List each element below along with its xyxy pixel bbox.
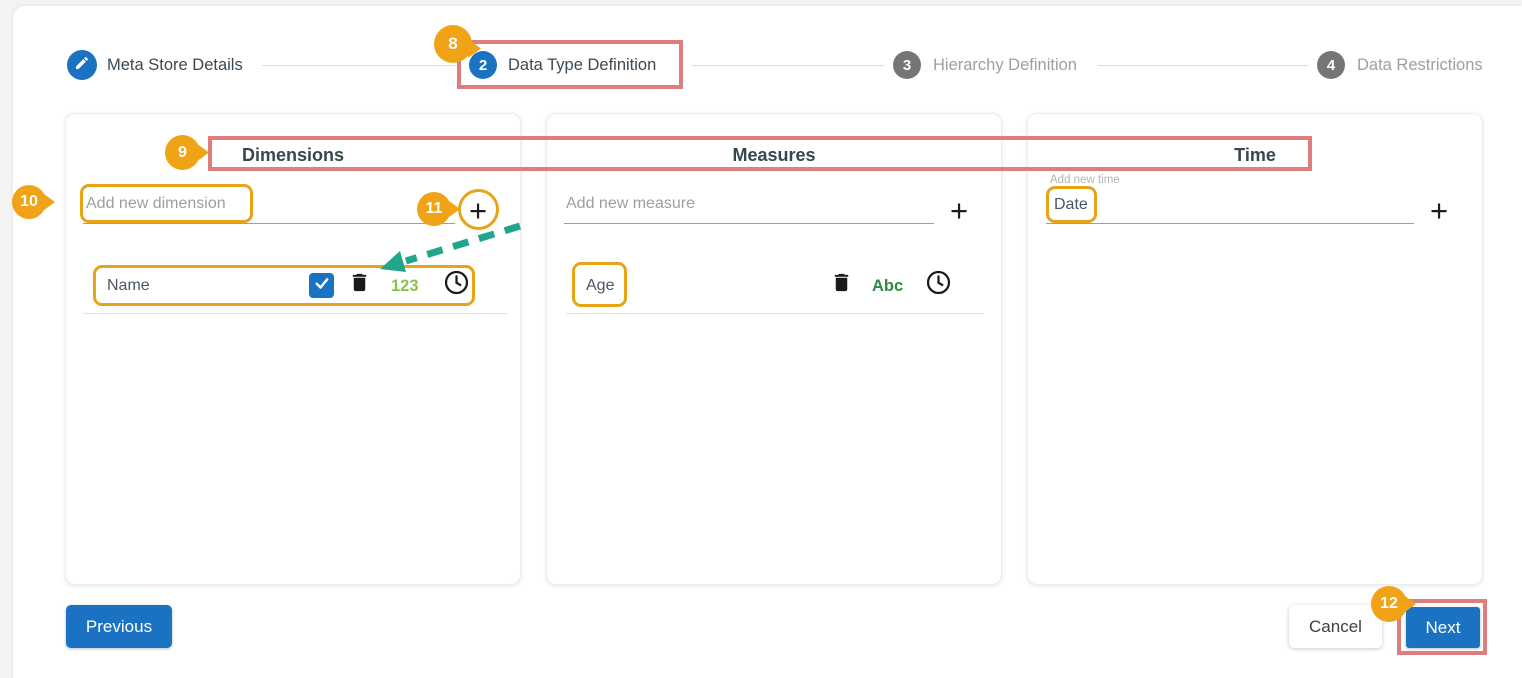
step-label-hierarchy-definition[interactable]: Hierarchy Definition <box>933 56 1077 75</box>
delete-dimension-button[interactable] <box>346 272 372 298</box>
dimension-time-button[interactable] <box>443 272 469 298</box>
add-measure-input[interactable]: Add new measure <box>566 195 695 213</box>
dimension-type-label[interactable]: 123 <box>391 277 419 296</box>
add-dimension-input[interactable]: Add new dimension <box>86 195 226 213</box>
step-label-data-type-definition[interactable]: Data Type Definition <box>508 56 656 75</box>
plus-icon: + <box>1430 195 1448 226</box>
badge-number: 11 <box>426 200 443 218</box>
step-number: 2 <box>479 57 487 74</box>
row-divider <box>83 313 508 314</box>
callout-badge-9: 9 <box>165 135 200 170</box>
dimension-checkbox[interactable] <box>309 273 334 298</box>
panel-measures: Measures Add new measure + Age Abc <box>546 113 1002 585</box>
plus-icon: + <box>469 195 487 226</box>
clock-icon <box>443 269 470 301</box>
measure-name-field[interactable]: Age <box>586 277 614 295</box>
step-item-hierarchy-definition[interactable]: 3 <box>893 51 921 79</box>
add-dimension-button[interactable]: + <box>460 192 496 228</box>
panel-time: Time Add new time Date + <box>1027 113 1483 585</box>
step-connector <box>1098 65 1308 66</box>
panel-title-dimensions: Dimensions <box>66 145 520 166</box>
trash-icon <box>830 271 853 299</box>
input-underline <box>83 223 455 224</box>
step-item-meta-store-details[interactable] <box>67 50 97 80</box>
callout-badge-8: 8 <box>434 25 472 63</box>
time-input-label: Add new time <box>1050 174 1120 186</box>
previous-button[interactable]: Previous <box>66 605 172 648</box>
plus-icon: + <box>950 195 968 226</box>
row-divider <box>566 313 984 314</box>
step-label-data-restrictions[interactable]: Data Restrictions <box>1357 56 1483 75</box>
add-time-input[interactable]: Date <box>1054 196 1088 214</box>
callout-badge-12: 12 <box>1371 586 1407 622</box>
cancel-button[interactable]: Cancel <box>1289 605 1382 648</box>
step-item-data-restrictions[interactable]: 4 <box>1317 51 1345 79</box>
measure-time-button[interactable] <box>925 272 951 298</box>
callout-badge-11: 11 <box>417 192 451 226</box>
step-label-meta-store-details[interactable]: Meta Store Details <box>107 56 243 75</box>
cancel-button-label: Cancel <box>1309 617 1362 637</box>
panel-dimensions: Dimensions Add new dimension + Name 123 <box>65 113 521 585</box>
step-number: 3 <box>903 57 911 74</box>
badge-number: 10 <box>20 193 38 211</box>
app-root: Meta Store Details 2 Data Type Definitio… <box>0 0 1522 678</box>
badge-number: 12 <box>1380 595 1398 613</box>
callout-badge-10: 10 <box>12 185 46 219</box>
dimension-name-field[interactable]: Name <box>107 277 150 295</box>
next-button[interactable]: Next <box>1406 607 1480 648</box>
measure-type-label[interactable]: Abc <box>872 277 903 296</box>
step-connector <box>262 65 458 66</box>
delete-measure-button[interactable] <box>828 272 854 298</box>
step-number: 4 <box>1327 57 1335 74</box>
previous-button-label: Previous <box>86 617 152 637</box>
clock-icon <box>925 269 952 301</box>
badge-number: 8 <box>448 34 457 54</box>
badge-number: 9 <box>178 144 187 162</box>
step-connector <box>692 65 884 66</box>
pencil-icon <box>74 55 90 75</box>
step-item-data-type-definition[interactable]: 2 <box>469 51 497 79</box>
next-button-label: Next <box>1426 618 1461 638</box>
input-underline <box>1046 223 1414 224</box>
check-icon <box>313 274 331 297</box>
panel-title-measures: Measures <box>547 145 1001 166</box>
trash-icon <box>348 271 371 299</box>
input-underline <box>564 223 934 224</box>
add-measure-button[interactable]: + <box>941 192 977 228</box>
panel-title-time: Time <box>1028 145 1482 166</box>
add-time-button[interactable]: + <box>1421 192 1457 228</box>
